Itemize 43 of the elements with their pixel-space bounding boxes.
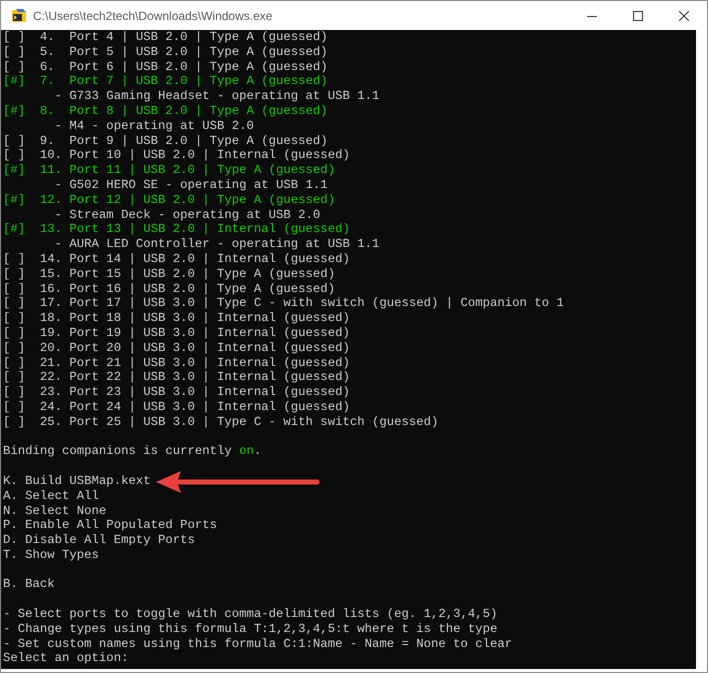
prompt-line: Select an option: — [3, 651, 128, 666]
device-line: - M4 - operating at USB 2.0 — [54, 118, 254, 134]
device-line: - G733 Gaming Headset - operating at USB 1.1 — [54, 89, 380, 104]
menu-option[interactable]: T. Show Types — [3, 548, 99, 563]
menu-option[interactable]: A. Select All — [3, 488, 99, 504]
device-line: - AURA LED Controller - operating at USB 1.1 — [54, 237, 380, 252]
port-row[interactable]: [ ] 23. Port 23 | USB 3.0 | Internal (guessed) — [3, 385, 350, 400]
port-row[interactable]: [#] 8. Port 8 | USB 2.0 | Type A (guessed) — [3, 104, 328, 119]
maximize-icon — [633, 10, 643, 20]
port-row[interactable]: [ ] 21. Port 21 | USB 3.0 | Internal (guessed) — [3, 356, 350, 370]
port-row[interactable]: [ ] 18. Port 18 | USB 3.0 | Internal (guessed) — [3, 311, 350, 326]
port-row[interactable]: [ ] 17. Port 17 | USB 3.0 | Type C - with switch (guessed) | Companion to 1 — [3, 296, 564, 312]
port-row[interactable]: [ ] 5. Port 5 | USB 2.0 | Type A (guessed) — [3, 44, 328, 60]
window-title: C:\Users\tech2tech\Downloads\Windows.exe — [33, 8, 274, 22]
port-row[interactable]: [#] 7. Port 7 | USB 2.0 | Type A (guessed) — [3, 74, 328, 90]
port-row[interactable]: [ ] 6. Port 6 | USB 2.0 | Type A (guessed) — [3, 60, 328, 74]
port-row[interactable]: [ ] 22. Port 22 | USB 3.0 | Internal (guessed) — [3, 370, 350, 386]
port-row[interactable]: [ ] 10. Port 10 | USB 2.0 | Internal (guessed) — [3, 148, 350, 164]
menu-option[interactable]: N. Select None — [3, 504, 106, 518]
port-row[interactable]: [ ] 19. Port 19 | USB 3.0 | Internal (guessed) — [3, 326, 350, 341]
port-row[interactable]: [#] 12. Port 12 | USB 2.0 | Type A (guessed) — [3, 192, 336, 208]
menu-option[interactable]: B. Back — [3, 577, 55, 592]
port-row[interactable]: [#] 11. Port 11 | USB 2.0 | Type A (guessed) — [3, 163, 336, 178]
hint-line: - Select ports to toggle with comma-delimited lists (eg. 1,2,3,4,5) — [3, 607, 498, 622]
port-row[interactable]: [ ] 24. Port 24 | USB 3.0 | Internal (guessed) — [3, 400, 350, 415]
close-icon — [679, 10, 689, 20]
menu-option[interactable]: K. Build USBMap.kext — [3, 474, 151, 489]
menu-option[interactable]: D. Disable All Empty Ports — [3, 533, 195, 548]
app-icon — [11, 8, 27, 24]
hint-line: - Change types using this formula T:1,2,3,4,5:t where t is the type — [3, 622, 498, 637]
port-row[interactable]: [ ] 4. Port 4 | USB 2.0 | Type A (guessed) — [3, 30, 328, 45]
menu-option[interactable]: P. Enable All Populated Ports — [3, 518, 218, 534]
port-row[interactable]: [ ] 25. Port 25 | USB 3.0 | Type C - with switch (guessed) — [3, 414, 438, 430]
status-line: Binding companions is currently on. — [3, 444, 262, 460]
port-row[interactable]: [#] 13. Port 13 | USB 2.0 | Internal (guessed) — [3, 222, 350, 238]
hint-line: - Set custom names using this formula C:1:Name - Name = None to clear — [3, 636, 512, 652]
device-line: - Stream Deck - operating at USB 2.0 — [54, 208, 320, 222]
port-row[interactable]: [ ] 14. Port 14 | USB 2.0 | Internal (guessed) — [3, 252, 350, 267]
port-row[interactable]: [ ] 20. Port 20 | USB 3.0 | Internal (guessed) — [3, 340, 350, 356]
port-row[interactable]: [ ] 16. Port 16 | USB 2.0 | Type A (guessed) — [3, 282, 336, 296]
port-row[interactable]: [ ] 15. Port 15 | USB 2.0 | Type A (guessed) — [3, 266, 336, 282]
port-row[interactable]: [ ] 9. Port 9 | USB 2.0 | Type A (guessed) — [3, 134, 328, 148]
device-line: - G502 HERO SE - operating at USB 1.1 — [54, 178, 328, 193]
